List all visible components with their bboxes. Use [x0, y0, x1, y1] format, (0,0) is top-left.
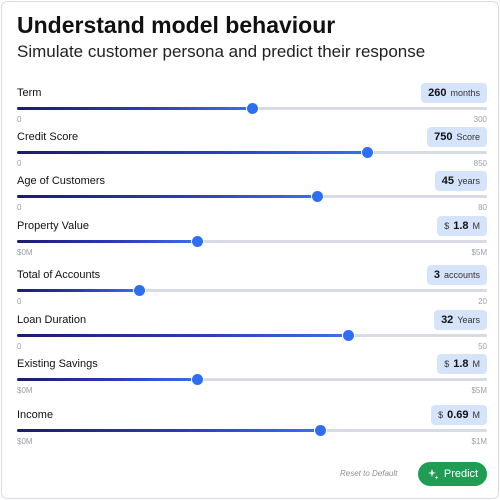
- value-number: 1.8: [453, 220, 469, 232]
- slider-value-badge[interactable]: $1.8 M: [437, 354, 487, 374]
- slider-track[interactable]: [17, 191, 487, 202]
- slider-label: Property Value: [17, 220, 89, 232]
- slider-track[interactable]: [17, 374, 487, 385]
- slider-value-badge[interactable]: $1.8 M: [437, 216, 487, 236]
- slider-max-label: 50: [478, 342, 487, 351]
- slider-row: Income $0.69 M $0M $1M: [17, 405, 487, 465]
- slider-fill: [17, 151, 368, 154]
- slider-max-label: $1M: [471, 437, 487, 446]
- slider-label: Total of Accounts: [17, 269, 101, 281]
- slider-max-label: $5M: [471, 386, 487, 395]
- value-unit: Score: [456, 132, 480, 142]
- slider-label: Term: [17, 87, 42, 99]
- predict-button-label: Predict: [443, 468, 479, 480]
- slider-value-badge[interactable]: $0.69 M: [431, 405, 487, 425]
- page-subtitle: Simulate customer persona and predict th…: [17, 42, 426, 61]
- slider-value-badge[interactable]: 45 years: [434, 171, 487, 191]
- slider-handle[interactable]: [314, 425, 326, 436]
- slider-min-label: 0: [17, 203, 22, 212]
- slider-min-label: 0: [17, 297, 22, 306]
- predict-button[interactable]: Predict: [418, 462, 487, 486]
- slider-label: Loan Duration: [17, 314, 87, 326]
- slider-handle[interactable]: [192, 374, 204, 385]
- slider-min-label: $0M: [17, 386, 33, 395]
- slider-track[interactable]: [17, 103, 487, 114]
- slider-max-label: $5M: [471, 248, 487, 257]
- value-unit: accounts: [443, 270, 480, 280]
- slider-label: Income: [17, 409, 54, 421]
- value-unit: months: [450, 88, 480, 98]
- value-number: 260: [428, 87, 447, 99]
- slider-value-badge[interactable]: 750 Score: [427, 127, 487, 147]
- value-number: 32: [441, 314, 454, 326]
- value-prefix: $: [438, 410, 444, 420]
- value-unit: M: [472, 410, 481, 420]
- slider-fill: [17, 334, 349, 337]
- slider-value-badge[interactable]: 3 accounts: [426, 265, 487, 285]
- slider-min-label: $0M: [17, 248, 33, 257]
- slider-fill: [17, 107, 252, 110]
- value-unit: years: [457, 176, 480, 186]
- slider-track[interactable]: [17, 425, 487, 436]
- slider-fill: [17, 429, 321, 432]
- slider-value-badge[interactable]: 32 Years: [434, 310, 487, 330]
- slider-value-badge[interactable]: 260 months: [421, 83, 487, 103]
- reset-to-default-link[interactable]: Reset to Default: [340, 469, 397, 478]
- slider-min-label: 0: [17, 115, 22, 124]
- simulation-card: Understand model behaviour Simulate cust…: [1, 1, 499, 499]
- slider-min-label: 0: [17, 342, 22, 351]
- slider-min-label: $0M: [17, 437, 33, 446]
- slider-fill: [17, 378, 198, 381]
- slider-max-label: 20: [478, 297, 487, 306]
- page-title: Understand model behaviour: [17, 12, 336, 38]
- value-unit: Years: [457, 315, 480, 325]
- slider-label: Credit Score: [17, 131, 79, 143]
- slider-track[interactable]: [17, 236, 487, 247]
- sparkle-icon: [427, 468, 439, 480]
- slider-handle[interactable]: [342, 330, 354, 341]
- slider-handle[interactable]: [133, 285, 145, 296]
- slider-handle[interactable]: [361, 147, 373, 158]
- slider-handle[interactable]: [312, 191, 324, 202]
- slider-label: Existing Savings: [17, 358, 98, 370]
- value-number: 750: [434, 131, 453, 143]
- value-prefix: $: [444, 221, 450, 231]
- value-prefix: $: [444, 359, 450, 369]
- value-number: 0.69: [447, 409, 469, 421]
- slider-track[interactable]: [17, 147, 487, 158]
- slider-max-label: 850: [473, 159, 487, 168]
- slider-min-label: 0: [17, 159, 22, 168]
- slider-fill: [17, 240, 198, 243]
- value-unit: M: [472, 359, 481, 369]
- slider-handle[interactable]: [192, 236, 204, 247]
- slider-max-label: 80: [478, 203, 487, 212]
- slider-track[interactable]: [17, 285, 487, 296]
- value-number: 1.8: [453, 358, 469, 370]
- slider-max-label: 300: [473, 115, 487, 124]
- slider-track[interactable]: [17, 330, 487, 341]
- slider-handle[interactable]: [246, 103, 258, 114]
- slider-fill: [17, 195, 318, 198]
- value-unit: M: [472, 221, 481, 231]
- value-number: 3: [433, 269, 440, 281]
- value-number: 45: [441, 175, 454, 187]
- slider-fill: [17, 289, 140, 292]
- slider-label: Age of Customers: [17, 175, 106, 187]
